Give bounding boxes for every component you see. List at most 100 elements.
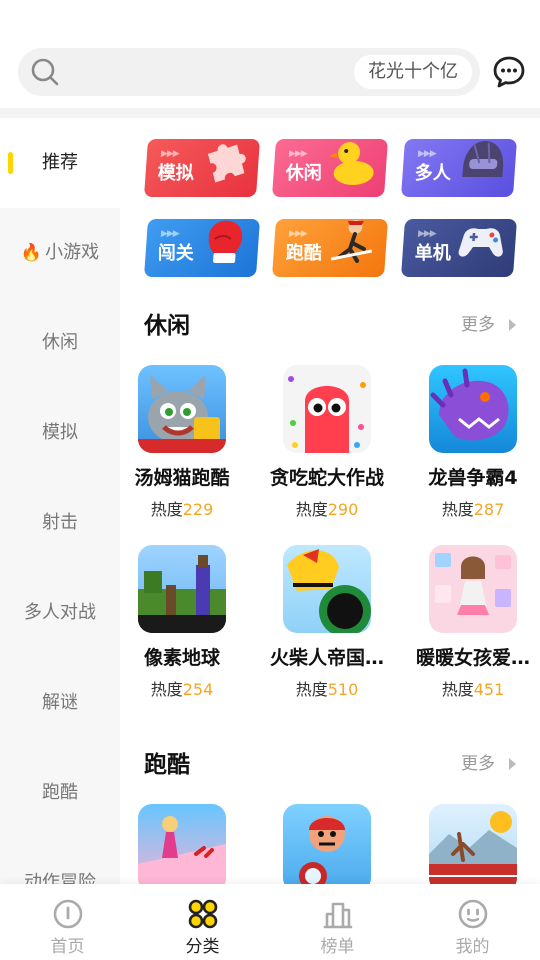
sidebar-item-multiplayer[interactable]: 多人对战 — [0, 568, 120, 658]
sidebar-item-label: 推荐 — [42, 152, 78, 173]
nav-mine[interactable]: 我的 — [405, 884, 540, 960]
game-thumbnail — [138, 365, 226, 453]
game-card-pixel-earth[interactable]: 像素地球 热度254 — [120, 545, 250, 700]
sidebar-item-parkour[interactable]: 跑酷 — [0, 748, 120, 838]
sidebar-item-label: 解谜 — [42, 692, 78, 713]
game-heat: 热度510 — [259, 676, 395, 700]
nav-label: 分类 — [185, 937, 220, 957]
more-link-parkour[interactable]: 更多 — [461, 749, 516, 774]
sidebar-item-label: 小游戏 — [45, 242, 100, 263]
heat-label: 热度 — [441, 680, 474, 699]
search-hint[interactable]: 花光十个亿 — [354, 55, 472, 89]
arrows-deco: ▶▶▶ — [160, 229, 180, 239]
runner-icon — [331, 220, 372, 263]
nav-ranking[interactable]: 榜单 — [270, 884, 405, 960]
heat-value: 229 — [182, 500, 214, 519]
bottom-nav: 首页 分类 榜单 我的 — [0, 884, 540, 960]
sidebar-item-casual[interactable]: 休闲 — [0, 298, 120, 388]
category-label: 休闲 — [285, 163, 322, 184]
sidebar-item-label: 多人对战 — [24, 602, 96, 623]
sidebar-item-action[interactable]: 动作冒险 — [0, 838, 120, 884]
game-heat: 热度290 — [259, 496, 395, 520]
game-card-tom-cat[interactable]: 汤姆猫跑酷 热度229 — [120, 365, 250, 520]
arrows-deco: ▶▶▶ — [288, 149, 308, 159]
search-icon — [31, 58, 59, 86]
more-link-casual[interactable]: 更多 — [461, 310, 516, 335]
sidebar-item-label: 模拟 — [42, 422, 78, 443]
category-single-player-button[interactable]: ▶▶▶ 单机 — [400, 219, 518, 277]
category-simulation-button[interactable]: ▶▶▶ 模拟 — [143, 139, 261, 197]
nav-label: 我的 — [455, 937, 490, 957]
category-parkour-button[interactable]: ▶▶▶ 跑酷 — [271, 219, 389, 277]
heat-value: 451 — [473, 680, 505, 699]
gamepad-icon — [458, 228, 503, 257]
game-card-dressup-girl[interactable]: 暖暖女孩爱… 热度451 — [405, 545, 540, 700]
sidebar-item-label: 动作冒险 — [24, 872, 96, 884]
game-heat: 热度451 — [405, 676, 540, 700]
game-name: 龙兽争霸4 — [428, 467, 518, 489]
heat-value: 287 — [473, 500, 505, 519]
category-label: 跑酷 — [285, 243, 322, 264]
search-bar[interactable]: 花光十个亿 — [18, 48, 480, 96]
heat-label: 热度 — [295, 500, 328, 519]
game-thumbnail — [283, 365, 371, 453]
category-multiplayer-button[interactable]: ▶▶▶ 多人 — [400, 139, 518, 197]
arrow-right-icon — [509, 758, 516, 770]
game-card-parkour-2[interactable] — [259, 804, 395, 884]
game-card-parkour-3[interactable] — [405, 804, 540, 884]
heat-label: 热度 — [441, 500, 474, 519]
more-label: 更多 — [461, 754, 495, 774]
sidebar-item-label: 射击 — [42, 512, 78, 533]
game-thumbnail — [138, 545, 226, 633]
sidebar-item-simulation[interactable]: 模拟 — [0, 388, 120, 478]
sidebar-item-recommend[interactable]: 推荐 — [0, 118, 120, 208]
more-label: 更多 — [461, 315, 495, 335]
category-grid-icon — [188, 899, 218, 929]
heat-value: 254 — [182, 680, 214, 699]
duck-icon — [328, 142, 374, 185]
game-name: 火柴人帝国… — [269, 647, 384, 669]
section-title-casual: 休闲 — [144, 313, 190, 339]
game-heat: 热度287 — [405, 496, 540, 520]
game-name: 贪吃蛇大作战 — [269, 467, 384, 489]
game-card-snake[interactable]: 贪吃蛇大作战 热度290 — [259, 365, 395, 520]
category-label: 多人 — [414, 163, 451, 184]
game-thumbnail — [429, 545, 517, 633]
game-card-stickman-empire[interactable]: 火柴人帝国… 热度510 — [259, 545, 395, 700]
nav-category[interactable]: 分类 — [135, 884, 270, 960]
game-thumbnail — [138, 804, 226, 884]
message-icon[interactable] — [492, 55, 526, 89]
game-thumbnail — [283, 804, 371, 884]
category-casual-button[interactable]: ▶▶▶ 休闲 — [271, 139, 389, 197]
home-icon — [53, 899, 83, 929]
nav-label: 首页 — [50, 937, 85, 957]
category-label: 单机 — [414, 243, 451, 264]
game-thumbnail — [429, 365, 517, 453]
game-card-parkour-1[interactable] — [120, 804, 250, 884]
helmet-icon — [462, 141, 504, 177]
game-name: 汤姆猫跑酷 — [134, 467, 230, 489]
game-card-dragon[interactable]: 龙兽争霸4 热度287 — [405, 365, 540, 520]
sidebar-item-minigame[interactable]: 🔥 小游戏 — [0, 208, 120, 298]
game-heat: 热度229 — [120, 496, 250, 520]
heat-label: 热度 — [295, 680, 328, 699]
arrows-deco: ▶▶▶ — [417, 149, 437, 159]
game-name: 像素地球 — [143, 647, 220, 669]
sidebar-item-puzzle[interactable]: 解谜 — [0, 658, 120, 748]
nav-home[interactable]: 首页 — [0, 884, 135, 960]
profile-face-icon — [458, 899, 488, 929]
sidebar-item-label: 跑酷 — [42, 782, 78, 803]
divider — [0, 108, 540, 118]
game-thumbnail — [429, 804, 517, 884]
main-content: ▶▶▶ 模拟 ▶▶▶ 休闲 ▶▶▶ 多人 ▶▶▶ 闯关 ▶▶▶ 跑酷 ▶▶▶ 单… — [120, 118, 540, 884]
section-title-parkour: 跑酷 — [144, 752, 190, 778]
nav-label: 榜单 — [320, 937, 355, 957]
category-levels-button[interactable]: ▶▶▶ 闯关 — [143, 219, 261, 277]
boxing-glove-icon — [208, 220, 243, 263]
sidebar-item-shooting[interactable]: 射击 — [0, 478, 120, 568]
arrow-right-icon — [509, 319, 516, 331]
game-thumbnail — [283, 545, 371, 633]
puzzle-icon — [207, 144, 246, 183]
arrows-deco: ▶▶▶ — [160, 149, 180, 159]
ranking-icon — [323, 902, 353, 929]
